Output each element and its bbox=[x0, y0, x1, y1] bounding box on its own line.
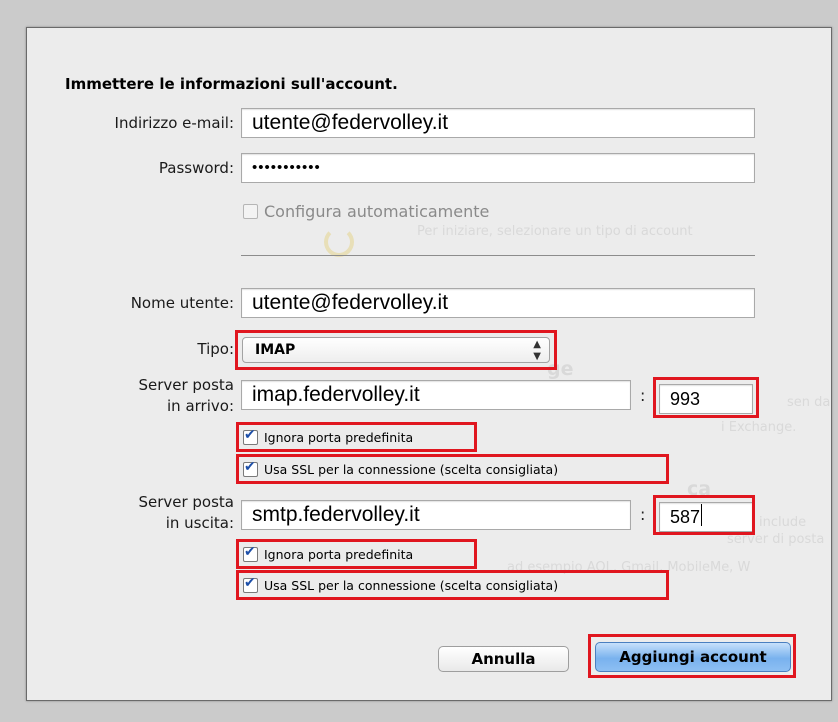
username-label: Nome utente: bbox=[130, 294, 234, 312]
highlight-add-account bbox=[588, 634, 796, 678]
cancel-button[interactable]: Annulla bbox=[438, 646, 569, 672]
background-text: sen da bbox=[787, 395, 831, 410]
highlight-outgoing-port bbox=[653, 495, 755, 535]
dialog-heading: Immettere le informazioni sull'account. bbox=[65, 75, 398, 93]
highlight-type bbox=[235, 330, 557, 370]
auto-config-checkbox-row[interactable]: Configura automaticamente bbox=[243, 202, 489, 221]
auto-config-label: Configura automaticamente bbox=[264, 202, 490, 221]
outgoing-server-label-line2: in uscita: bbox=[165, 514, 234, 532]
incoming-server-label-line1: Server posta bbox=[138, 376, 234, 394]
password-label: Password: bbox=[158, 159, 234, 177]
background-text: i Exchange. bbox=[721, 420, 797, 435]
highlight-outgoing-override bbox=[236, 539, 477, 569]
username-field[interactable]: utente@federvolley.it bbox=[241, 288, 755, 318]
port-separator: : bbox=[640, 505, 646, 524]
outgoing-server-field[interactable]: smtp.federvolley.it bbox=[241, 500, 631, 530]
password-field[interactable]: ••••••••••• bbox=[241, 153, 755, 183]
email-label: Indirizzo e-mail: bbox=[114, 114, 234, 132]
highlight-incoming-ssl bbox=[236, 454, 669, 484]
account-setup-dialog: Per iniziare, selezionare un tipo di acc… bbox=[26, 27, 832, 701]
section-divider bbox=[241, 255, 755, 256]
incoming-server-field[interactable]: imap.federvolley.it bbox=[241, 380, 631, 410]
auto-config-checkbox[interactable] bbox=[243, 204, 258, 219]
incoming-server-label-line2: in arrivo: bbox=[167, 397, 234, 415]
outgoing-server-label-line1: Server posta bbox=[138, 493, 234, 511]
type-label: Tipo: bbox=[197, 340, 234, 358]
background-logo bbox=[324, 227, 354, 257]
highlight-outgoing-ssl bbox=[236, 570, 669, 600]
highlight-incoming-override bbox=[236, 422, 477, 452]
port-separator: : bbox=[640, 386, 646, 405]
email-field[interactable]: utente@federvolley.it bbox=[241, 108, 755, 138]
highlight-incoming-port bbox=[653, 377, 759, 418]
background-text: P include bbox=[747, 515, 807, 530]
background-text: Per iniziare, selezionare un tipo di acc… bbox=[417, 224, 693, 239]
